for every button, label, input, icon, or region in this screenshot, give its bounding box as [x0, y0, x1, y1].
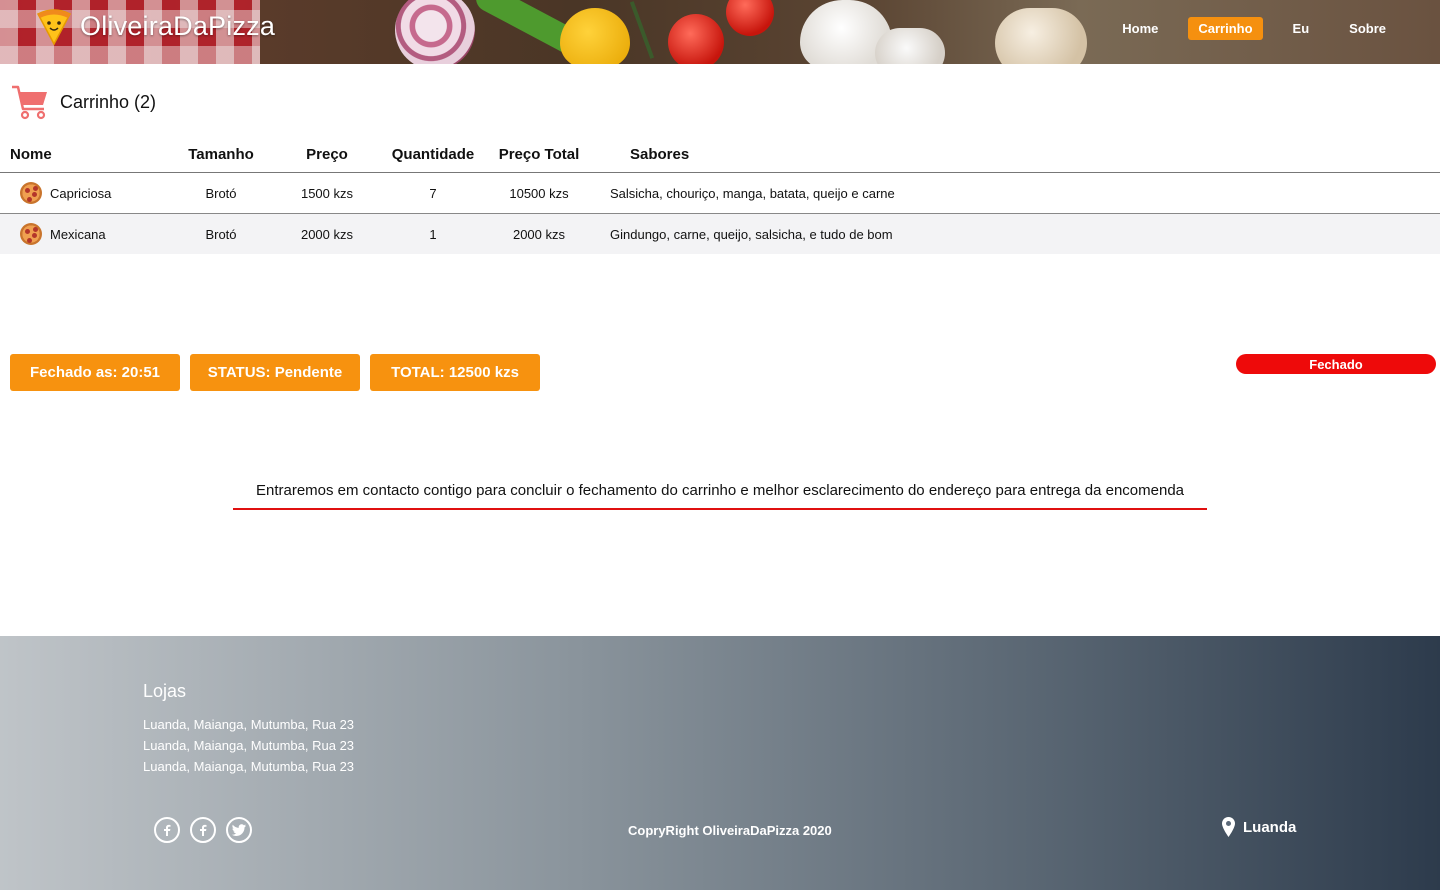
header-background-yellow-pepper: [560, 8, 630, 64]
cell-size: Brotó: [205, 185, 237, 201]
pizza-icon: [20, 223, 42, 245]
shopping-cart-icon: [12, 85, 47, 120]
store-address: Luanda, Maianga, Mutumba, Rua 23: [143, 759, 355, 774]
location: Luanda: [1222, 817, 1296, 837]
column-header-price: Preço: [306, 145, 348, 163]
closed-status-badge: Fechado: [1236, 354, 1436, 374]
twitter-icon[interactable]: [226, 817, 252, 843]
header-background-tomato: [668, 14, 724, 64]
brand-logo-link[interactable]: OliveiraDaPizza: [34, 6, 275, 46]
cell-total: 10500 kzs: [509, 185, 569, 201]
header-background-mushroom: [995, 8, 1087, 64]
cell-flavors: Gindungo, carne, queijo, salsicha, e tud…: [610, 226, 893, 242]
contact-notice: Entraremos em contacto contigo para conc…: [233, 482, 1207, 510]
column-header-name: Nome: [10, 145, 52, 163]
pizza-slice-logo-icon: [36, 9, 72, 46]
cell-size: Brotó: [205, 226, 237, 242]
table-header-row: Nome Tamanho Preço Quantidade Preço Tota…: [0, 136, 1440, 173]
cell-price: 1500 kzs: [300, 185, 354, 201]
cell-quantity: 1: [429, 226, 437, 242]
store-address: Luanda, Maianga, Mutumba, Rua 23: [143, 717, 355, 732]
cell-name: Mexicana: [0, 223, 168, 245]
table-row[interactable]: Mexicana Brotó 2000 kzs 1 2000 kzs Gindu…: [0, 214, 1440, 254]
cell-flavors: Salsicha, chouriço, manga, batata, queij…: [610, 185, 895, 201]
cell-total: 2000 kzs: [512, 226, 566, 242]
column-header-total: Preço Total: [498, 145, 580, 163]
brand-name: OliveiraDaPizza: [80, 10, 276, 41]
cart-heading: Carrinho (2): [10, 82, 156, 122]
column-header-size: Tamanho: [188, 145, 254, 163]
cart-summary: Fechado as: 20:51 STATUS: Pendente TOTAL…: [10, 354, 540, 391]
nav-home[interactable]: Home: [1112, 17, 1168, 40]
status-button[interactable]: STATUS: Pendente: [190, 354, 360, 391]
header-background-herb: [629, 1, 655, 59]
cart-title: Carrinho (2): [60, 91, 157, 112]
location-label: Luanda: [1243, 818, 1297, 836]
cart-table: Nome Tamanho Preço Quantidade Preço Tota…: [0, 136, 1440, 254]
item-name: Capriciosa: [50, 185, 112, 201]
pizza-icon: [20, 182, 42, 204]
total-button[interactable]: TOTAL: 12500 kzs: [370, 354, 540, 391]
copyright-text: CopryRight OliveiraDaPizza 2020: [628, 823, 832, 838]
facebook-icon[interactable]: [154, 817, 180, 843]
stores-title: Lojas: [143, 681, 187, 701]
cell-quantity: 7: [429, 185, 437, 201]
column-header-quantity: Quantidade: [391, 145, 475, 163]
header-background-garlic: [875, 28, 945, 64]
nav-carrinho[interactable]: Carrinho: [1188, 17, 1263, 40]
facebook-icon[interactable]: [190, 817, 216, 843]
item-name: Mexicana: [50, 226, 106, 242]
table-row[interactable]: Capriciosa Brotó 1500 kzs 7 10500 kzs Sa…: [0, 173, 1440, 214]
header-background-tomato: [726, 0, 774, 36]
main-nav: Home Carrinho Eu Sobre: [1092, 17, 1396, 40]
store-address: Luanda, Maianga, Mutumba, Rua 23: [143, 738, 355, 753]
social-links: [154, 817, 252, 843]
header-background-onion: [395, 0, 475, 64]
site-header: OliveiraDaPizza Home Carrinho Eu Sobre: [0, 0, 1440, 64]
site-footer: Lojas Luanda, Maianga, Mutumba, Rua 23 L…: [0, 636, 1440, 890]
column-header-flavors: Sabores: [630, 145, 690, 163]
nav-sobre[interactable]: Sobre: [1339, 17, 1396, 40]
nav-eu[interactable]: Eu: [1283, 17, 1320, 40]
cell-price: 2000 kzs: [300, 226, 354, 242]
closed-at-button[interactable]: Fechado as: 20:51: [10, 354, 180, 391]
cell-name: Capriciosa: [0, 182, 168, 204]
map-pin-icon: [1222, 817, 1235, 837]
